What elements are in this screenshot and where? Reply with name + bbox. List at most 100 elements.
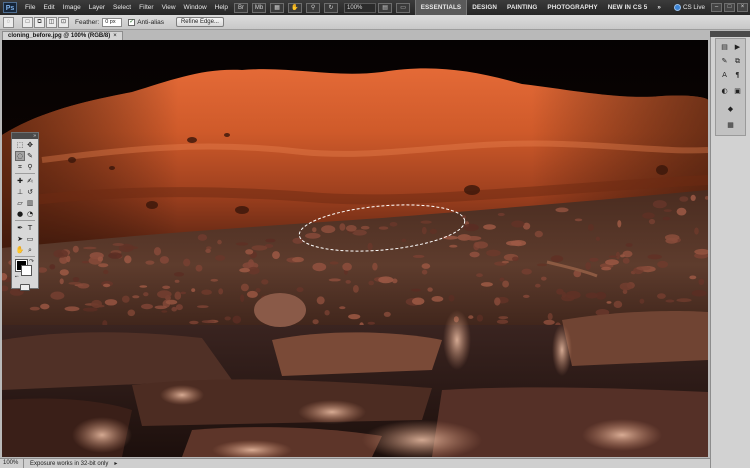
- marquee-icon[interactable]: ⬚: [15, 140, 25, 150]
- feather-input[interactable]: 0 px: [102, 17, 123, 27]
- pebble: [312, 319, 319, 325]
- pebble: [296, 287, 304, 293]
- paragraph-panel-icon[interactable]: ¶: [733, 71, 742, 80]
- add-to-selection-icon[interactable]: ⧉: [34, 16, 45, 28]
- pebble: [474, 241, 489, 249]
- menu-file[interactable]: File: [21, 4, 39, 11]
- rotate-view-icon[interactable]: ↻: [324, 2, 339, 13]
- pebble: [82, 307, 98, 312]
- screen-mode-icon[interactable]: ▭: [396, 2, 411, 13]
- pebble: [53, 249, 68, 258]
- eraser-icon[interactable]: ▱: [15, 198, 25, 208]
- dodge-icon[interactable]: ◔: [25, 209, 35, 219]
- gradient-icon[interactable]: ▥: [25, 198, 35, 208]
- subtract-from-selection-icon[interactable]: ◫: [46, 16, 57, 28]
- workspace-overflow-icon[interactable]: »: [652, 0, 666, 15]
- spot-healing-icon[interactable]: ✚: [15, 176, 25, 186]
- menu-filter[interactable]: Filter: [135, 4, 157, 11]
- maximize-button[interactable]: □: [724, 3, 735, 12]
- move-icon[interactable]: ✥: [25, 140, 35, 150]
- hand-view-icon[interactable]: ✋: [288, 2, 303, 13]
- workspace-new-in-cs5[interactable]: NEW IN CS 5: [603, 0, 653, 15]
- pebble: [541, 276, 547, 281]
- background-color-swatch[interactable]: [21, 265, 32, 276]
- pebble: [378, 276, 394, 284]
- history-panel-icon[interactable]: ▤: [720, 43, 729, 52]
- launch-mini-bridge-button[interactable]: Mb: [252, 2, 267, 13]
- path-selection-icon[interactable]: ➤: [15, 234, 25, 244]
- lasso-tool-preset-icon[interactable]: ◌: [3, 16, 14, 28]
- pebble: [171, 306, 177, 312]
- type-icon[interactable]: T: [25, 223, 35, 233]
- pebble: [690, 194, 696, 201]
- blur-icon[interactable]: ●: [15, 209, 25, 219]
- menu-image[interactable]: Image: [59, 4, 85, 11]
- clone-stamp-icon[interactable]: ⊥: [15, 187, 25, 197]
- pebble: [215, 255, 226, 261]
- masks-panel-icon[interactable]: ▣: [733, 87, 742, 96]
- color-swatches: ↷ ▪▫: [12, 258, 38, 282]
- status-menu-arrow-icon[interactable]: ▸: [114, 460, 117, 467]
- menu-view[interactable]: View: [158, 4, 180, 11]
- workspace-essentials[interactable]: ESSENTIALS: [414, 0, 468, 15]
- crop-icon[interactable]: ⌗: [15, 162, 25, 172]
- cs-live-button[interactable]: CS Live: [673, 4, 705, 11]
- zoom-view-icon[interactable]: ⚲: [306, 2, 321, 13]
- pebble: [648, 218, 656, 225]
- antialias-checkbox[interactable]: ✓: [128, 18, 136, 26]
- pebble: [360, 225, 370, 230]
- character-panel-icon[interactable]: A: [720, 71, 729, 80]
- tool-row: ✚ ✍: [12, 175, 38, 186]
- workspace-design[interactable]: DESIGN: [467, 0, 502, 15]
- pen-icon[interactable]: ✒: [15, 223, 25, 233]
- quick-selection-icon[interactable]: ✎: [25, 151, 35, 161]
- zoom-level-select[interactable]: 100%: [344, 2, 377, 13]
- pebble: [141, 303, 153, 310]
- new-selection-icon[interactable]: □: [22, 16, 33, 28]
- document-tab[interactable]: cloning_before.jpg @ 100% (RGB/8) ×: [2, 31, 123, 40]
- cs-live-icon: [673, 4, 681, 11]
- hand-icon[interactable]: ✋: [15, 245, 25, 255]
- actions-panel-icon[interactable]: ▶: [733, 43, 742, 52]
- document-canvas[interactable]: [2, 40, 708, 457]
- refine-edge-button[interactable]: Refine Edge...: [175, 17, 224, 27]
- channels-panel-icon[interactable]: ▦: [726, 121, 735, 130]
- pebble: [218, 288, 224, 295]
- menu-layer[interactable]: Layer: [85, 4, 109, 11]
- brush-panel-icon[interactable]: ✎: [720, 57, 729, 66]
- menu-edit[interactable]: Edit: [39, 4, 58, 11]
- brush-icon[interactable]: ✍: [25, 176, 35, 186]
- close-button[interactable]: ×: [737, 3, 748, 12]
- collapse-icon[interactable]: »: [33, 133, 36, 139]
- pebble: [59, 278, 64, 285]
- quick-mask-icon[interactable]: [12, 282, 38, 292]
- shape-icon[interactable]: ▭: [25, 234, 35, 244]
- lasso-icon[interactable]: ◌: [15, 150, 25, 161]
- eyedropper-icon[interactable]: ⚲: [25, 162, 35, 172]
- grid-view-icon[interactable]: ▦: [270, 2, 285, 13]
- pebble: [368, 280, 375, 286]
- intersect-selection-icon[interactable]: ⊡: [58, 16, 69, 28]
- tool-row: ✒ T: [12, 222, 38, 233]
- menu-help[interactable]: Help: [211, 4, 232, 11]
- menu-select[interactable]: Select: [109, 4, 135, 11]
- default-colors-icon[interactable]: ▪▫: [15, 274, 19, 280]
- menu-window[interactable]: Window: [180, 4, 211, 11]
- workspace-painting[interactable]: PAINTING: [502, 0, 542, 15]
- minimize-button[interactable]: –: [711, 3, 722, 12]
- adjustments-panel-icon[interactable]: ◐: [720, 87, 729, 96]
- pebble: [421, 269, 428, 275]
- document-close-icon[interactable]: ×: [113, 33, 117, 39]
- launch-bridge-button[interactable]: Br: [234, 2, 249, 13]
- status-zoom-field[interactable]: 100%: [0, 459, 24, 468]
- arrange-documents-icon[interactable]: ▤: [378, 2, 393, 13]
- zoom-icon[interactable]: ⌕: [25, 245, 35, 255]
- tool-grid: ⬚ ✥ ◌ ✎ ⌗ ⚲ ✚ ✍ ⊥ ↺ ▱ ▥ ● ◔ ✒ T ➤ ▭ ✋ ⌕: [12, 139, 38, 255]
- clone-source-panel-icon[interactable]: ⧉: [733, 57, 742, 66]
- history-brush-icon[interactable]: ↺: [25, 187, 35, 197]
- document-tab-title: cloning_before.jpg @ 100% (RGB/8): [8, 33, 111, 39]
- workspace-photography[interactable]: PHOTOGRAPHY: [542, 0, 602, 15]
- swap-colors-icon[interactable]: ↷: [29, 258, 34, 265]
- layers-panel-icon[interactable]: ◆: [726, 105, 735, 114]
- pebble: [372, 262, 378, 271]
